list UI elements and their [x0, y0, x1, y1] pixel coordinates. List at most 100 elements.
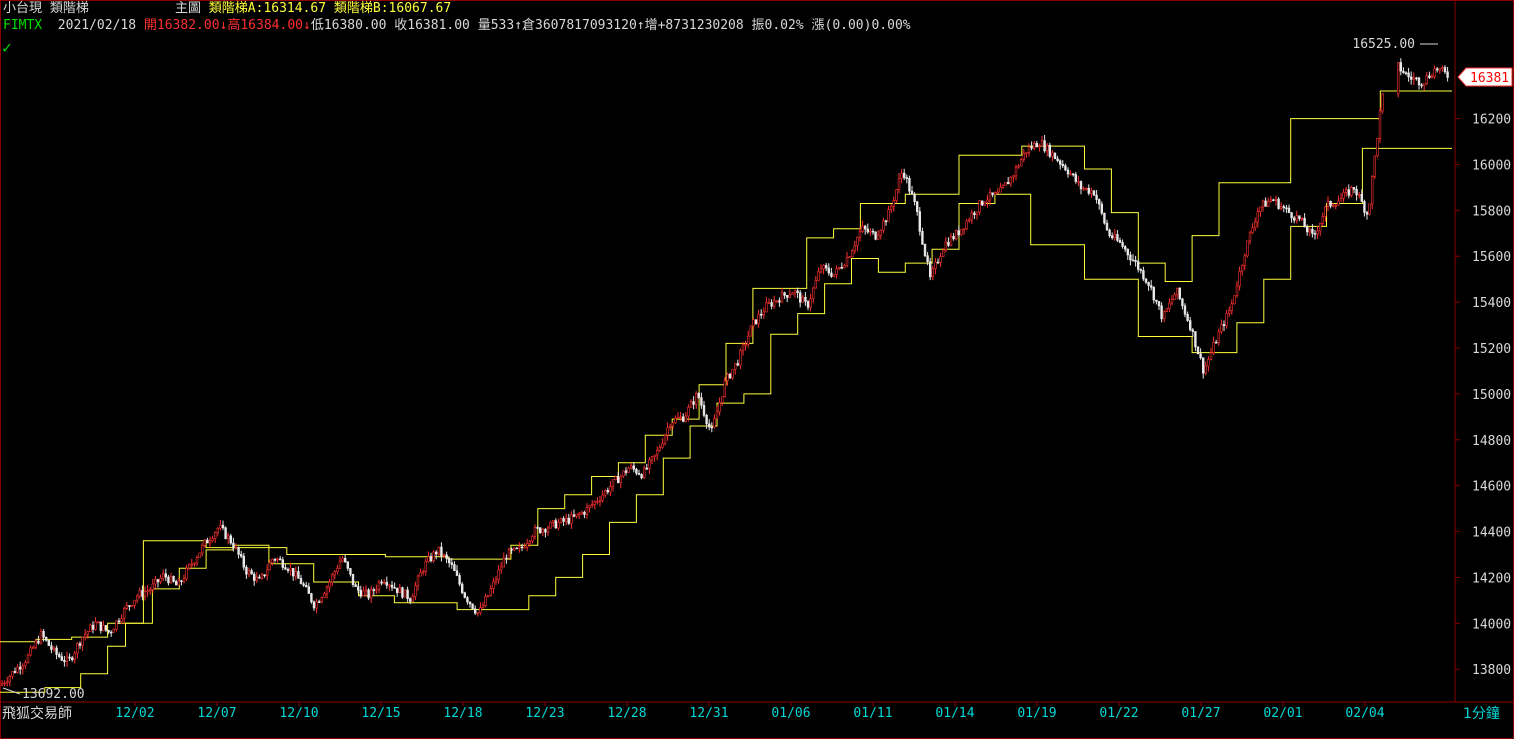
candle-body — [679, 416, 682, 419]
candle-body — [237, 547, 240, 555]
candle-body — [317, 601, 321, 603]
candle-body — [684, 415, 688, 422]
candle-body — [939, 256, 942, 263]
candle-body — [570, 514, 573, 524]
candle-body — [921, 231, 924, 245]
candle-body — [629, 465, 633, 469]
candle-body — [499, 566, 503, 571]
candle-body — [1438, 68, 1442, 71]
candle-body — [289, 568, 292, 571]
candle-body — [923, 243, 927, 256]
candle-body — [492, 581, 495, 589]
candle-body — [265, 569, 269, 577]
candle-body — [1264, 200, 1267, 207]
candle-body — [892, 200, 896, 207]
y-tick-label: 14000 — [1472, 617, 1511, 632]
candle-body — [1428, 75, 1431, 79]
candle-body — [564, 517, 568, 522]
candle-body — [624, 470, 628, 473]
candle-body — [775, 300, 779, 303]
candle-body — [843, 265, 846, 268]
candle-body — [130, 604, 134, 607]
candle-body — [320, 597, 323, 603]
candle-body — [814, 280, 818, 289]
candle-body — [1352, 187, 1356, 190]
candle-body — [551, 520, 555, 523]
candle-body — [206, 539, 209, 544]
candle-body — [913, 193, 916, 203]
candle-body — [648, 459, 651, 469]
candle-body — [494, 579, 498, 583]
candle-body — [419, 572, 422, 577]
candle-body — [1077, 181, 1080, 183]
candle-body — [76, 643, 79, 654]
candle-body — [749, 325, 753, 337]
candle-body — [343, 557, 347, 563]
y-tick-label: 15600 — [1472, 250, 1511, 265]
candle-body — [1433, 68, 1436, 78]
candle-body — [120, 618, 123, 622]
candle-body — [304, 584, 308, 588]
price-chart[interactable]: 13800 14000 14200 14400 14600 14800 15000 15200… — [0, 0, 1514, 739]
candle-body — [1001, 184, 1005, 188]
candle-body — [1105, 222, 1109, 231]
candle-body — [1051, 152, 1054, 157]
candle-body — [900, 172, 903, 180]
candle-body — [1157, 301, 1161, 307]
candle-body — [978, 200, 981, 213]
candle-body — [1274, 198, 1278, 201]
candle-body — [671, 422, 675, 427]
candle-body — [697, 393, 701, 398]
candle-body — [882, 220, 885, 231]
candle-body — [999, 187, 1002, 193]
candle-body — [1082, 188, 1085, 190]
candle-body — [359, 589, 362, 597]
candle-body — [502, 557, 505, 568]
candle-body — [1371, 176, 1374, 205]
candle-body — [856, 237, 859, 246]
candle-body — [544, 529, 547, 533]
candle-body — [741, 344, 745, 352]
candle-body — [1417, 77, 1421, 86]
candle-body — [1189, 320, 1192, 331]
x-tick-label: 12/10 — [279, 706, 318, 721]
candle-body — [1113, 234, 1117, 239]
candle-body — [837, 267, 841, 269]
candle-body — [791, 292, 794, 296]
candle-body — [559, 518, 563, 523]
candle-body — [1176, 287, 1179, 296]
candle-body — [1238, 270, 1241, 287]
candle-body — [783, 292, 786, 296]
candle-body — [201, 545, 204, 554]
candle-body — [245, 566, 248, 575]
x-tick-label: 12/23 — [525, 706, 564, 721]
candle-body — [1285, 207, 1288, 210]
candle-body — [1228, 310, 1231, 314]
candle-body — [767, 302, 771, 304]
candle-body — [944, 241, 948, 251]
candle-body — [1225, 312, 1228, 327]
candle-body — [531, 536, 534, 542]
candle-body — [876, 234, 880, 240]
candle-body — [908, 177, 911, 192]
candle-body — [234, 547, 238, 549]
candle-body — [1423, 83, 1426, 87]
y-axis: 13800 14000 14200 14400 14600 14800 15000 15200… — [1455, 113, 1511, 678]
candle-body — [479, 607, 482, 614]
candle-body — [726, 373, 729, 381]
candle-body — [874, 231, 877, 240]
candle-body — [1155, 299, 1158, 302]
x-tick-label: 02/04 — [1345, 706, 1384, 721]
candle-body — [473, 608, 477, 614]
candle-body — [1360, 194, 1364, 202]
candle-body — [1220, 324, 1223, 333]
candle-body — [276, 558, 279, 561]
candle-body — [29, 647, 32, 656]
candle-body — [193, 562, 196, 565]
candle-body — [1204, 365, 1208, 374]
x-tick-label: 01/11 — [853, 706, 892, 721]
candle-body — [458, 575, 461, 585]
candle-body — [133, 599, 136, 606]
period-selector[interactable]: 1分鐘 — [1463, 703, 1500, 723]
candle-body — [484, 596, 487, 606]
